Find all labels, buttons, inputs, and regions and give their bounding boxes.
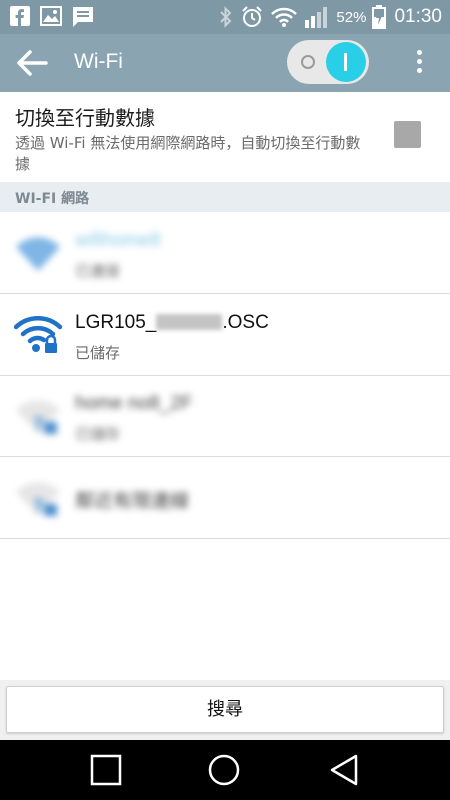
wifi-signal-icon — [16, 237, 60, 271]
network-item[interactable]: 鄰近有限連線 — [0, 458, 450, 539]
switch-to-mobile-data-setting[interactable]: 切換至行動數據 透過 Wi-Fi 無法使用網際網路時，自動切換至行動數據 — [0, 92, 450, 182]
alarm-icon — [242, 6, 263, 27]
switch-to-mobile-checkbox[interactable] — [394, 121, 421, 148]
status-bar: 52% 01:30 — [0, 0, 450, 34]
wifi-networks-header: WI-FI 網路 — [0, 182, 450, 212]
section-title: WI-FI 網路 — [15, 191, 90, 207]
network-name: home no8_2F — [75, 393, 193, 414]
search-button[interactable]: 搜尋 — [6, 686, 444, 733]
clock: 01:30 — [394, 6, 442, 27]
wifi-lock-icon — [16, 482, 60, 516]
battery-charging-icon — [372, 5, 387, 29]
cell-signal-icon — [305, 7, 328, 28]
gallery-icon — [40, 6, 62, 26]
setting-description: 透過 Wi-Fi 無法使用網際網路時，自動切換至行動數據 — [15, 134, 361, 173]
bottom-action-bar: 搜尋 — [0, 680, 450, 740]
wifi-lock-icon — [16, 400, 60, 434]
network-status: 已儲存 — [75, 344, 121, 362]
app-bar: Wi-Fi — [0, 34, 450, 92]
network-status: 已連接 — [75, 262, 121, 280]
toggle-knob — [326, 42, 366, 82]
wifi-signal-icon — [271, 7, 298, 27]
notification-icons — [10, 6, 94, 28]
arrow-left-icon — [17, 50, 48, 76]
redacted-text — [156, 314, 223, 330]
home-icon[interactable] — [205, 752, 243, 788]
wifi-lock-icon — [14, 316, 62, 353]
back-button[interactable] — [14, 48, 50, 78]
network-name: LGR105_ .OSC — [75, 312, 269, 333]
message-icon — [73, 7, 93, 27]
navigation-bar — [0, 740, 450, 800]
network-item[interactable]: home no8_2F 已儲存 — [0, 376, 450, 457]
network-name: 鄰近有限連線 — [75, 491, 190, 512]
wifi-toggle[interactable] — [287, 40, 369, 84]
network-item[interactable]: LGR105_ .OSC 已儲存 — [0, 295, 450, 376]
system-status-icons: 52% 01:30 — [218, 4, 442, 30]
bluetooth-icon — [220, 6, 232, 28]
battery-percent: 52% — [336, 8, 367, 26]
setting-title: 切換至行動數據 — [15, 106, 155, 130]
network-item[interactable]: wifihome8 已連接 — [0, 213, 450, 294]
toggle-off-icon — [301, 55, 315, 69]
back-nav-icon[interactable] — [325, 752, 363, 788]
recent-apps-icon[interactable] — [87, 752, 125, 788]
facebook-icon — [10, 6, 30, 26]
page-title: Wi-Fi — [74, 50, 123, 73]
network-status: 已儲存 — [75, 425, 121, 443]
more-options-button[interactable] — [404, 46, 434, 80]
network-name: wifihome8 — [75, 230, 161, 251]
